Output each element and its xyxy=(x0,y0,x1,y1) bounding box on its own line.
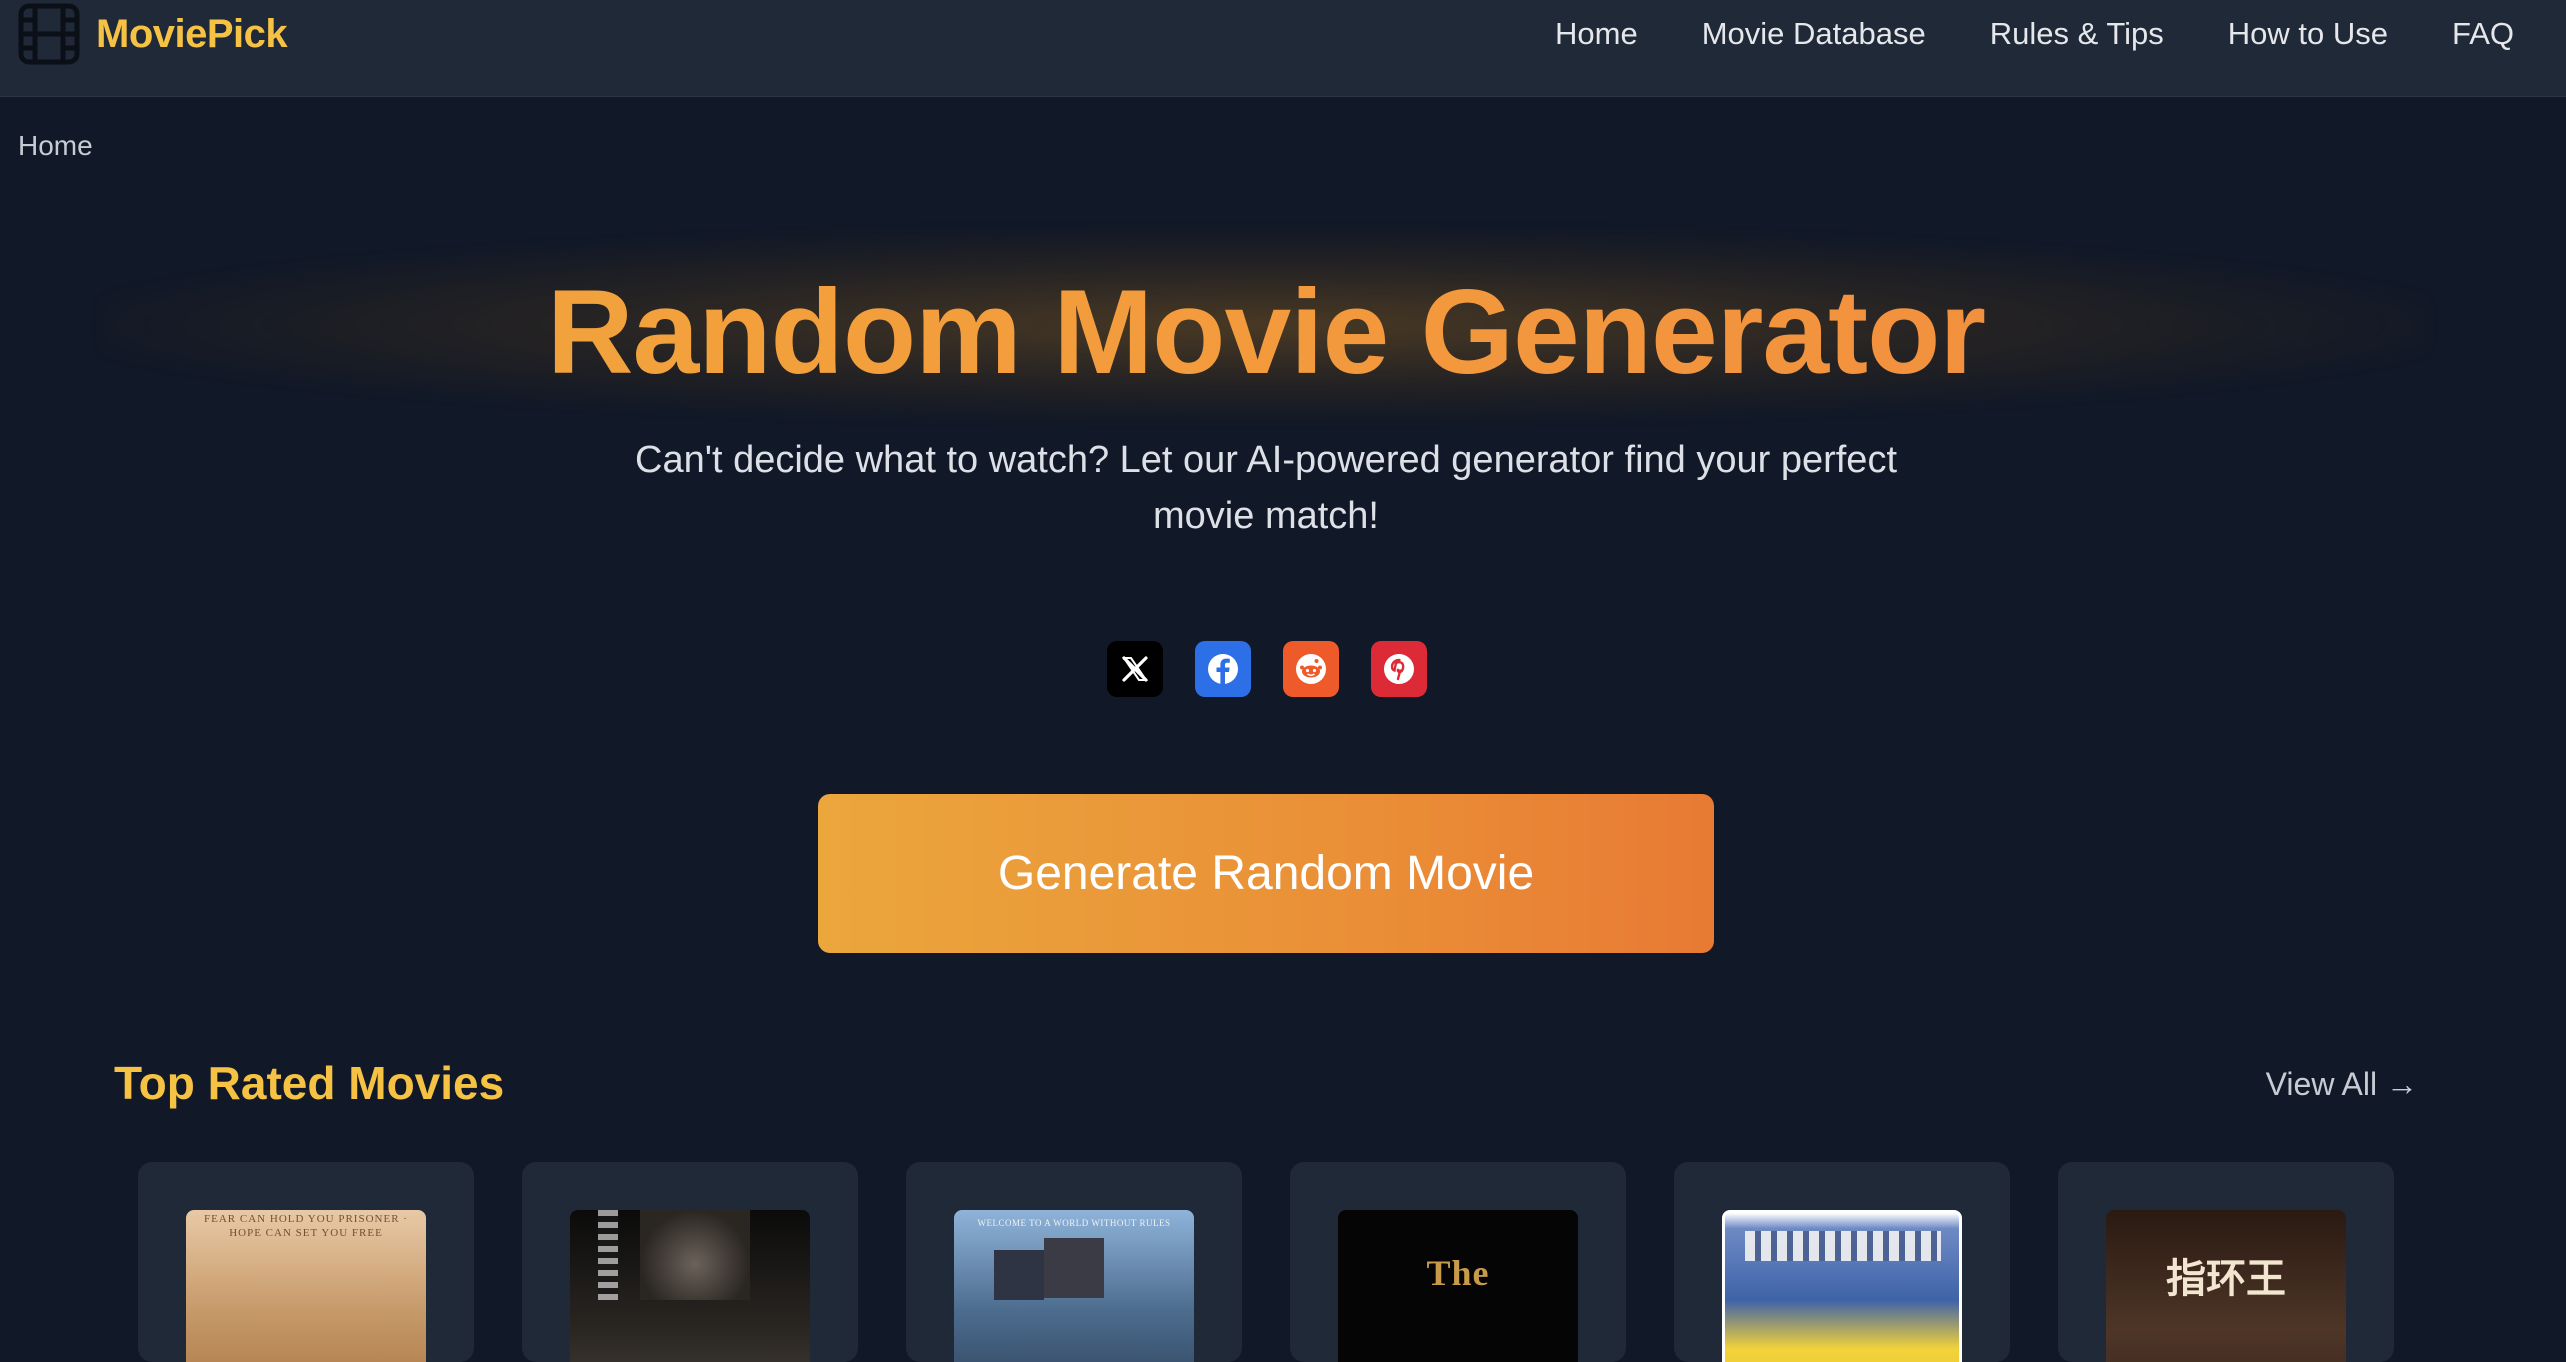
pinterest-icon xyxy=(1384,654,1414,684)
movie-card[interactable]: The xyxy=(1290,1162,1626,1362)
movie-poster: WELCOME TO A WORLD WITHOUT RULES xyxy=(954,1210,1194,1362)
poster-tagline: FEAR CAN HOLD YOU PRISONER · HOPE CAN SE… xyxy=(204,1213,408,1239)
movie-poster: The xyxy=(1338,1210,1578,1362)
movie-poster xyxy=(570,1210,810,1362)
movie-card[interactable]: WELCOME TO A WORLD WITHOUT RULES xyxy=(906,1162,1242,1362)
view-all-link[interactable]: View All → xyxy=(2266,1062,2418,1106)
section-title-top-rated: Top Rated Movies xyxy=(114,1057,505,1109)
nav-item-home[interactable]: Home xyxy=(1555,12,1638,56)
movie-card[interactable]: 指环王 xyxy=(2058,1162,2394,1362)
breadcrumb[interactable]: Home xyxy=(18,130,93,162)
share-x-button[interactable] xyxy=(1107,641,1163,697)
movie-card[interactable] xyxy=(522,1162,858,1362)
generate-random-movie-button[interactable]: Generate Random Movie xyxy=(818,794,1714,953)
share-buttons xyxy=(1107,641,1459,697)
share-pinterest-button[interactable] xyxy=(1371,641,1427,697)
page-title: Random Movie Generator xyxy=(0,262,2532,402)
top-header: MoviePick Home Movie Database Rules & Ti… xyxy=(0,0,2566,97)
nav-item-faq[interactable]: FAQ xyxy=(2452,12,2514,56)
main-nav: Home Movie Database Rules & Tips How to … xyxy=(1491,12,2514,56)
nav-item-movie-database[interactable]: Movie Database xyxy=(1702,12,1926,56)
movie-poster: FEAR CAN HOLD YOU PRISONER · HOPE CAN SE… xyxy=(186,1210,426,1362)
brand-logo[interactable]: MoviePick xyxy=(18,2,288,66)
movie-card-list: FEAR CAN HOLD YOU PRISONER · HOPE CAN SE… xyxy=(138,1162,2442,1362)
facebook-icon xyxy=(1208,654,1238,685)
nav-item-rules-tips[interactable]: Rules & Tips xyxy=(1990,12,2164,56)
nav-item-how-to-use[interactable]: How to Use xyxy=(2228,12,2388,56)
film-icon xyxy=(18,3,80,65)
poster-tagline: WELCOME TO A WORLD WITHOUT RULES xyxy=(977,1218,1171,1228)
hero-subtitle: Can't decide what to watch? Let our AI-p… xyxy=(635,439,1897,537)
reddit-icon xyxy=(1296,654,1326,684)
movie-poster: 指环王 xyxy=(2106,1210,2346,1362)
movie-card[interactable]: FEAR CAN HOLD YOU PRISONER · HOPE CAN SE… xyxy=(138,1162,474,1362)
brand-name: MoviePick xyxy=(96,11,288,56)
poster-title: 指环王 xyxy=(2166,1256,2286,1302)
x-icon xyxy=(1122,656,1148,682)
movie-card[interactable] xyxy=(1674,1162,2010,1362)
movie-poster xyxy=(1722,1210,1962,1362)
share-reddit-button[interactable] xyxy=(1283,641,1339,697)
share-facebook-button[interactable] xyxy=(1195,641,1251,697)
